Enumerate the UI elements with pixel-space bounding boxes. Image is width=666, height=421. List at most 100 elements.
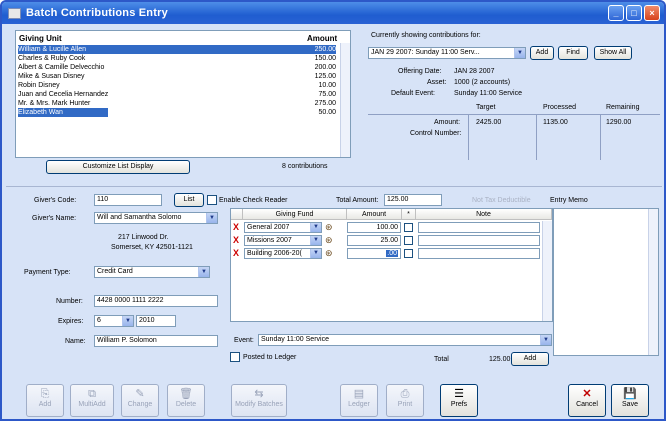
control-number-label: Control Number: <box>410 130 462 137</box>
show-all-button[interactable]: Show All <box>594 46 632 60</box>
batch-select-value: JAN 29 2007: Sunday 11:00 Serv... <box>371 49 480 56</box>
fund-amount-input[interactable]: 100.00 <box>347 222 401 233</box>
list-item[interactable]: William & Lucille Allen 250.00 <box>18 45 336 54</box>
number-label: Number: <box>56 298 83 305</box>
fund-amount-value: 100.00 <box>376 224 398 231</box>
list-item-name: Mike & Susan Disney <box>18 73 85 80</box>
list-item[interactable]: Robin Disney 10.00 <box>18 81 336 90</box>
giving-unit-header: Giving Unit <box>19 34 62 43</box>
delete-row-icon[interactable]: X <box>233 223 239 232</box>
expires-year-input[interactable]: 2010 <box>136 315 176 327</box>
name-input[interactable]: William P. Solomon <box>94 335 218 347</box>
givers-code-input[interactable]: 110 <box>94 194 162 206</box>
chevron-down-icon: ▼ <box>206 213 217 223</box>
posted-to-ledger-checkbox[interactable] <box>230 352 240 362</box>
modify-batches-toolbar-label: Modify Batches <box>235 401 283 408</box>
ledger-toolbar-button[interactable]: ▤ Ledger <box>340 384 378 417</box>
total-amount-label: Total Amount: <box>336 197 379 204</box>
payment-type-label: Payment Type: <box>24 269 71 276</box>
print-toolbar-button[interactable]: ⎙ Print <box>386 384 424 417</box>
delete-toolbar-label: Delete <box>175 401 197 408</box>
givers-code-label: Giver's Code: <box>34 197 77 204</box>
batch-select[interactable]: JAN 29 2007: Sunday 11:00 Serv... ▼ <box>368 47 526 59</box>
fund-value: General 2007 <box>247 224 290 231</box>
add-toolbar-button[interactable]: ⎘ Add <box>26 384 64 417</box>
summary-vline-1 <box>468 114 469 160</box>
fund-select[interactable]: General 2007 ▼ <box>244 222 322 233</box>
amount-header: Amount <box>307 34 338 43</box>
list-item-amount: 75.00 <box>318 91 336 98</box>
total-amount-input[interactable]: 125.00 <box>384 194 442 206</box>
save-toolbar-button[interactable]: 💾 Save <box>611 384 649 417</box>
processed-value: 1135.00 <box>543 119 568 126</box>
section-divider <box>6 186 662 187</box>
row-flag-checkbox[interactable] <box>404 223 413 232</box>
fund-amount-input[interactable]: .00 <box>347 248 401 259</box>
table-row[interactable]: X General 2007 ▼ ⊛ 100.00 <box>231 222 543 234</box>
givers-name-label: Giver's Name: <box>32 215 77 222</box>
check-reader-checkbox[interactable] <box>207 195 217 205</box>
table-row[interactable]: X Building 2006-20(▼ ⊛ .00 <box>231 248 543 260</box>
fund-lookup-icon[interactable]: ⊛ <box>325 235 333 246</box>
row-flag-checkbox[interactable] <box>404 236 413 245</box>
cancel-toolbar-label: Cancel <box>576 401 598 408</box>
list-scrollbar[interactable] <box>340 43 350 157</box>
not-tax-deductible-label: Not Tax Deductible <box>472 197 531 204</box>
modify-batches-toolbar-button[interactable]: ⇆ Modify Batches <box>231 384 287 417</box>
asset-label: Asset: <box>427 79 447 86</box>
add-fund-button[interactable]: Add <box>511 352 549 366</box>
table-row[interactable]: X Missions 2007 ▼ ⊛ 25.00 <box>231 235 543 247</box>
add-batch-button[interactable]: Add <box>530 46 554 60</box>
card-number-input[interactable]: 4428 0000 1111 2222 <box>94 295 218 307</box>
target-header: Target <box>476 104 496 111</box>
list-item[interactable]: Mr. & Mrs. Mark Hunter 275.00 <box>18 99 336 108</box>
list-button[interactable]: List <box>174 193 204 207</box>
note-input[interactable] <box>418 248 540 259</box>
row-flag-checkbox[interactable] <box>404 249 413 258</box>
customize-list-button[interactable]: Customize List Display <box>46 160 190 174</box>
delete-icon: 🗑 <box>179 388 193 400</box>
fund-amount-input[interactable]: 25.00 <box>347 235 401 246</box>
entry-memo-textarea[interactable] <box>553 208 659 356</box>
chevron-down-icon: ▼ <box>514 48 525 58</box>
event-label: Event: <box>234 337 254 344</box>
cancel-toolbar-button[interactable]: ✕ Cancel <box>568 384 606 417</box>
delete-toolbar-button[interactable]: 🗑 Delete <box>167 384 205 417</box>
chevron-down-icon: ▼ <box>310 236 321 245</box>
grid-scrollbar[interactable] <box>542 221 552 321</box>
memo-scrollbar[interactable] <box>648 209 658 355</box>
list-item[interactable]: Elizabeth Wan <box>18 108 108 117</box>
delete-row-icon[interactable]: X <box>233 236 239 245</box>
list-item[interactable]: Albert & Camille Delvecchio 200.00 <box>18 63 336 72</box>
payment-type-select[interactable]: Credit Card ▼ <box>94 266 210 278</box>
prefs-toolbar-button[interactable]: ☰ Prefs <box>440 384 478 417</box>
fund-select[interactable]: Missions 2007 ▼ <box>244 235 322 246</box>
expires-month-select[interactable]: 6 ▼ <box>94 315 134 327</box>
fund-value: Missions 2007 <box>247 237 292 244</box>
preferences-icon: ☰ <box>454 388 464 400</box>
find-batch-button[interactable]: Find <box>558 46 588 60</box>
note-input[interactable] <box>418 222 540 233</box>
list-item[interactable]: Mike & Susan Disney 125.00 <box>18 72 336 81</box>
fund-lookup-icon[interactable]: ⊛ <box>325 248 333 259</box>
multiadd-toolbar-button[interactable]: ⧉ MultiAdd <box>70 384 114 417</box>
fund-lookup-icon[interactable]: ⊛ <box>325 222 333 233</box>
list-item-name: Juan and Cecelia Hernandez <box>18 91 109 98</box>
minimize-button[interactable]: _ <box>608 5 624 21</box>
close-button[interactable]: × <box>644 5 660 21</box>
name-label: Name: <box>65 338 86 345</box>
change-toolbar-label: Change <box>127 401 153 408</box>
giving-unit-list[interactable]: Giving Unit Amount William & Lucille All… <box>15 30 351 158</box>
list-item[interactable]: Juan and Cecelia Hernandez 75.00 <box>18 90 336 99</box>
change-toolbar-button[interactable]: ✎ Change <box>121 384 159 417</box>
fund-select[interactable]: Building 2006-20(▼ <box>244 248 322 259</box>
list-item[interactable]: Charles & Ruby Cook 150.00 <box>18 54 336 63</box>
note-input[interactable] <box>418 235 540 246</box>
modify-batches-icon: ⇆ <box>254 388 264 400</box>
event-select[interactable]: Sunday 11:00 Service ▼ <box>258 334 552 346</box>
maximize-button[interactable]: □ <box>626 5 642 21</box>
giving-fund-grid[interactable]: Giving Fund Amount * Note X General 2007… <box>230 208 553 322</box>
givers-name-select[interactable]: Will and Samantha Solomo ▼ <box>94 212 218 224</box>
delete-row-icon[interactable]: X <box>233 249 239 258</box>
list-item-name: Robin Disney <box>18 82 60 89</box>
